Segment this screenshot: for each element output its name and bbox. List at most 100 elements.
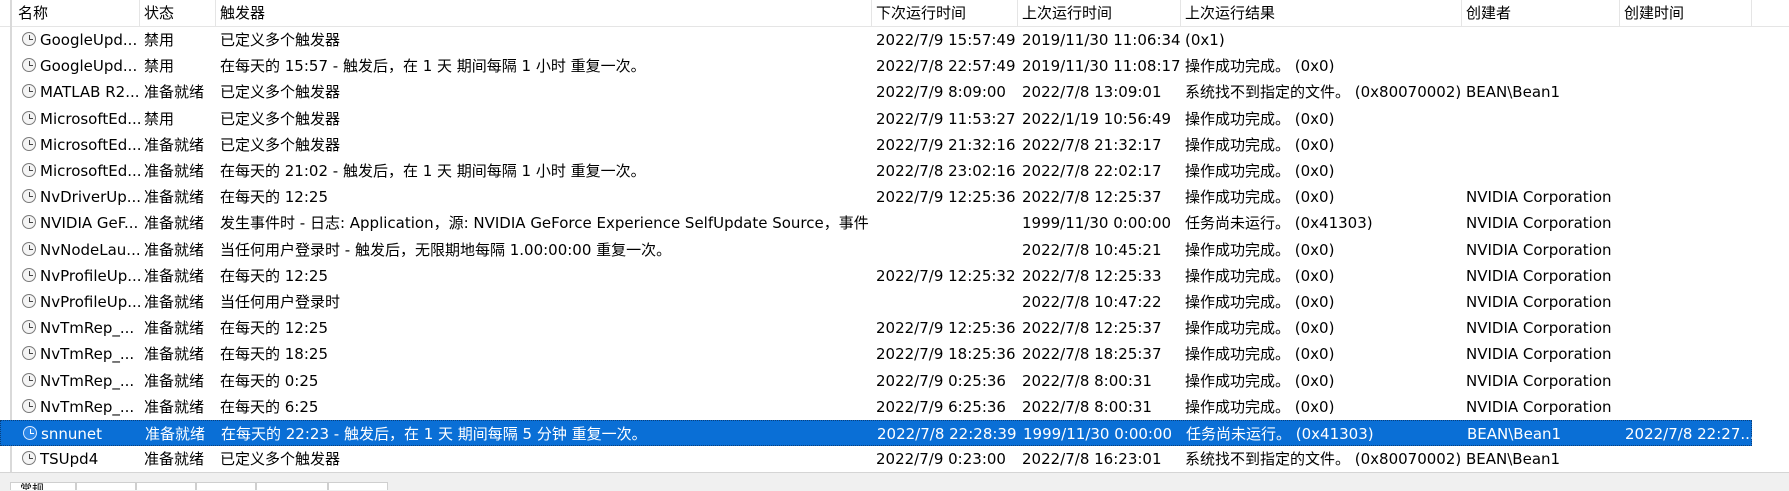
table-row[interactable]: GoogleUpd... 禁用 已定义多个触发器 2022/7/9 15:57:49 2… [0, 27, 1752, 53]
created-cell [1620, 237, 1752, 263]
column-header-created[interactable]: 创建时间 [1620, 0, 1752, 26]
task-clock-icon [22, 241, 36, 256]
column-header-name[interactable]: 名称 [14, 0, 140, 26]
status-cell: 准备就绪 [144, 450, 205, 469]
trigger-cell: 当任何用户登录时 - 触发后，无限期地每隔 1.00:00:00 重复一次。 [220, 240, 672, 259]
next-run-cell: 2022/7/9 0:25:36 [876, 371, 1006, 390]
created-cell [1620, 263, 1752, 289]
author-cell: NVIDIA Corporation [1466, 240, 1612, 259]
table-row[interactable]: NvProfileUp... 准备就绪 在每天的 12:25 2022/7/9 12:… [0, 263, 1752, 289]
task-clock-icon [22, 189, 36, 204]
status-cell: 准备就绪 [144, 135, 205, 154]
name-cell: NvTmRep_... [40, 345, 135, 364]
author-cell: BEAN\Bean1 [1466, 83, 1561, 102]
task-clock-icon [22, 163, 36, 177]
last-result-cell: 操作成功完成。 (0x0) [1185, 188, 1335, 207]
next-run-cell: 2022/7/9 12:25:32 [876, 266, 1016, 285]
task-clock-icon [22, 451, 36, 466]
created-cell [1620, 132, 1752, 158]
last-run-cell: 1999/11/30 0:00:00 [1022, 214, 1172, 233]
table-row[interactable]: snnunet 准备就绪 在每天的 22:23 - 触发后，在 1 天 期间每隔 5… [0, 420, 1753, 446]
next-run-cell [872, 289, 1018, 315]
table-row[interactable]: NvTmRep_... 准备就绪 在每天的 12:25 2022/7/9 12:25:… [0, 315, 1752, 341]
trigger-cell: 在每天的 12:25 [220, 188, 328, 207]
next-run-cell: 2022/7/9 12:25:36 [876, 188, 1016, 207]
table-row[interactable]: NvProfileUp... 准备就绪 当任何用户登录时 2022/7/8 10:47… [0, 289, 1752, 315]
name-cell: GoogleUpd... [40, 57, 138, 76]
last-result-cell: 操作成功完成。 (0x0) [1185, 345, 1335, 364]
column-header-trigger[interactable]: 触发器 [216, 0, 872, 26]
column-header-last-run[interactable]: 上次运行时间 [1018, 0, 1181, 26]
name-cell: NvTmRep_... [40, 397, 135, 416]
tab-settings[interactable] [256, 482, 328, 490]
next-run-cell: 2022/7/9 18:25:36 [876, 345, 1016, 364]
author-cell: NVIDIA Corporation [1466, 188, 1612, 207]
last-result-cell: 操作成功完成。 (0x0) [1185, 162, 1335, 180]
next-run-cell: 2022/7/9 15:57:49 [876, 31, 1016, 49]
column-header-next-run[interactable]: 下次运行时间 [872, 0, 1018, 26]
table-row[interactable]: NvTmRep_... 准备就绪 在每天的 18:25 2022/7/9 18:25:… [0, 341, 1752, 367]
table-row[interactable]: MicrosoftEd... 准备就绪 在每天的 21:02 - 触发后，在 1 天… [0, 158, 1752, 184]
name-cell: MicrosoftEd... [40, 162, 140, 180]
next-run-cell: 2022/7/8 22:57:49 [876, 57, 1016, 76]
status-cell: 准备就绪 [145, 425, 206, 443]
author-cell: NVIDIA Corporation [1466, 319, 1612, 338]
task-clock-icon [22, 320, 36, 335]
trigger-cell: 在每天的 21:02 - 触发后，在 1 天 期间每隔 1 小时 重复一次。 [220, 162, 646, 180]
last-result-cell: 操作成功完成。 (0x0) [1185, 240, 1335, 259]
column-header-status[interactable]: 状态 [140, 0, 216, 26]
column-header-last-result[interactable]: 上次运行结果 [1181, 0, 1462, 26]
last-result-cell: 系统找不到指定的文件。 (0x80070002) [1185, 450, 1462, 469]
status-cell: 准备就绪 [144, 266, 205, 285]
table-row[interactable]: MicrosoftEd... 准备就绪 已定义多个触发器 2022/7/9 21:32… [0, 132, 1752, 158]
task-clock-icon [22, 372, 36, 387]
last-result-cell: 操作成功完成。 (0x0) [1185, 371, 1335, 390]
last-run-cell: 2022/7/8 12:25:33 [1022, 266, 1162, 285]
table-row[interactable]: NvDriverUp... 准备就绪 在每天的 12:25 2022/7/9 12:2… [0, 184, 1752, 210]
created-cell [1620, 446, 1752, 472]
name-cell: GoogleUpd... [40, 31, 138, 49]
tab-triggers[interactable] [76, 482, 136, 490]
name-cell: snnunet [41, 425, 102, 443]
tab-history[interactable] [328, 482, 388, 490]
column-header-row: 名称 状态 触发器 下次运行时间 上次运行时间 上次运行结果 创建者 创建时间 [0, 0, 1789, 27]
next-run-cell: 2022/7/9 21:32:16 [876, 135, 1016, 154]
author-cell: NVIDIA Corporation [1466, 293, 1612, 311]
trigger-cell: 已定义多个触发器 [220, 83, 341, 102]
next-run-cell: 2022/7/9 6:25:36 [876, 397, 1006, 416]
last-run-cell: 2022/1/19 10:56:49 [1022, 109, 1172, 128]
task-list[interactable]: 名称 状态 触发器 下次运行时间 上次运行时间 上次运行结果 创建者 创建时间 … [0, 0, 1789, 472]
tab-conditions[interactable] [196, 482, 256, 490]
created-cell [1620, 53, 1752, 79]
last-run-cell: 2022/7/8 22:02:17 [1022, 162, 1162, 180]
created-cell [1620, 106, 1752, 132]
table-row[interactable]: NvTmRep_... 准备就绪 在每天的 6:25 2022/7/9 6:25:36… [0, 394, 1752, 420]
created-cell [1620, 210, 1752, 236]
status-cell: 准备就绪 [144, 293, 205, 311]
column-header-author[interactable]: 创建者 [1462, 0, 1620, 26]
table-row[interactable]: MATLAB R2... 准备就绪 已定义多个触发器 2022/7/9 8:09:00… [0, 79, 1752, 105]
table-row[interactable]: GoogleUpd... 禁用 在每天的 15:57 - 触发后，在 1 天 期间每… [0, 53, 1752, 79]
table-row[interactable]: NvNodeLau... 准备就绪 当任何用户登录时 - 触发后，无限期地每隔 1.… [0, 237, 1752, 263]
task-clock-icon [22, 32, 36, 46]
last-result-cell: 操作成功完成。 (0x0) [1185, 293, 1335, 311]
author-cell: NVIDIA Corporation [1466, 214, 1612, 233]
table-row[interactable]: NVIDIA GeF... 准备就绪 发生事件时 - 日志: Application… [0, 210, 1752, 236]
trigger-cell: 在每天的 22:23 - 触发后，在 1 天 期间每隔 5 分钟 重复一次。 [221, 425, 647, 443]
next-run-cell: 2022/7/9 0:23:00 [876, 450, 1006, 469]
table-row[interactable]: MicrosoftEd... 禁用 已定义多个触发器 2022/7/9 11:53:2… [0, 106, 1752, 132]
name-cell: NvTmRep_... [40, 319, 135, 338]
next-run-cell: 2022/7/8 22:28:39 [877, 425, 1017, 443]
last-run-cell: 2019/11/30 11:06:34 [1022, 31, 1181, 49]
last-result-cell: 操作成功完成。 (0x0) [1185, 397, 1335, 416]
created-cell [1620, 184, 1752, 210]
tab-general-label: 常规 [20, 483, 45, 490]
name-cell: NvTmRep_... [40, 371, 135, 390]
status-cell: 禁用 [144, 109, 175, 128]
table-row[interactable]: NvTmRep_... 准备就绪 在每天的 0:25 2022/7/9 0:25:36… [0, 368, 1752, 394]
created-cell: 2022/7/8 22:27... [1625, 425, 1753, 443]
task-clock-icon [22, 84, 36, 99]
table-row[interactable]: TSUpd4 准备就绪 已定义多个触发器 2022/7/9 0:23:00 2022/7… [0, 446, 1752, 472]
trigger-cell: 已定义多个触发器 [220, 135, 341, 154]
tab-actions[interactable] [136, 482, 196, 490]
